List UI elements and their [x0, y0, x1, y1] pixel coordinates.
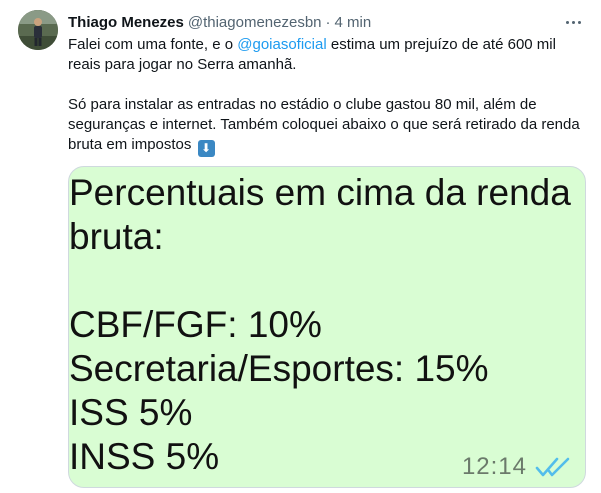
down-arrow-emoji-icon: ⬇: [197, 140, 215, 157]
tweet-header: Thiago Menezes @thiagomenezesbn · 4 min: [68, 12, 581, 32]
avatar[interactable]: [18, 10, 58, 50]
message-timestamp: 12:14: [461, 453, 527, 480]
tweet-timestamp[interactable]: 4 min: [335, 14, 372, 31]
message-line-iss: ISS 5%: [69, 392, 193, 433]
tweet-paragraph-2: Só para instalar as entradas no estádio …: [68, 96, 580, 157]
author-handle[interactable]: @thiagomenezesbn: [188, 14, 322, 31]
double-check-icon: [535, 457, 570, 477]
message-line-cbf: CBF/FGF: 10%: [69, 304, 322, 345]
message-line-secretaria: Secretaria/Esportes: 15%: [69, 348, 489, 389]
tweet-paragraph-1: Falei com uma fonte, e o @goiasoficial e…: [68, 36, 556, 73]
message-line-2: bruta:: [69, 216, 164, 257]
tweet-text: Falei com uma fonte, e o @goiasoficial e…: [68, 35, 588, 157]
tweet[interactable]: Thiago Menezes @thiagomenezesbn · 4 min …: [0, 0, 601, 493]
more-options-icon[interactable]: [563, 12, 583, 32]
separator-dot: ·: [325, 13, 331, 31]
message-text: Percentuais em cima da renda bruta: CBF/…: [69, 171, 577, 479]
author-name[interactable]: Thiago Menezes: [68, 14, 184, 31]
mention-link[interactable]: @goiasoficial: [237, 36, 326, 53]
message-line-1: Percentuais em cima da renda: [69, 172, 571, 213]
tweet-image[interactable]: Percentuais em cima da renda bruta: CBF/…: [68, 166, 586, 488]
